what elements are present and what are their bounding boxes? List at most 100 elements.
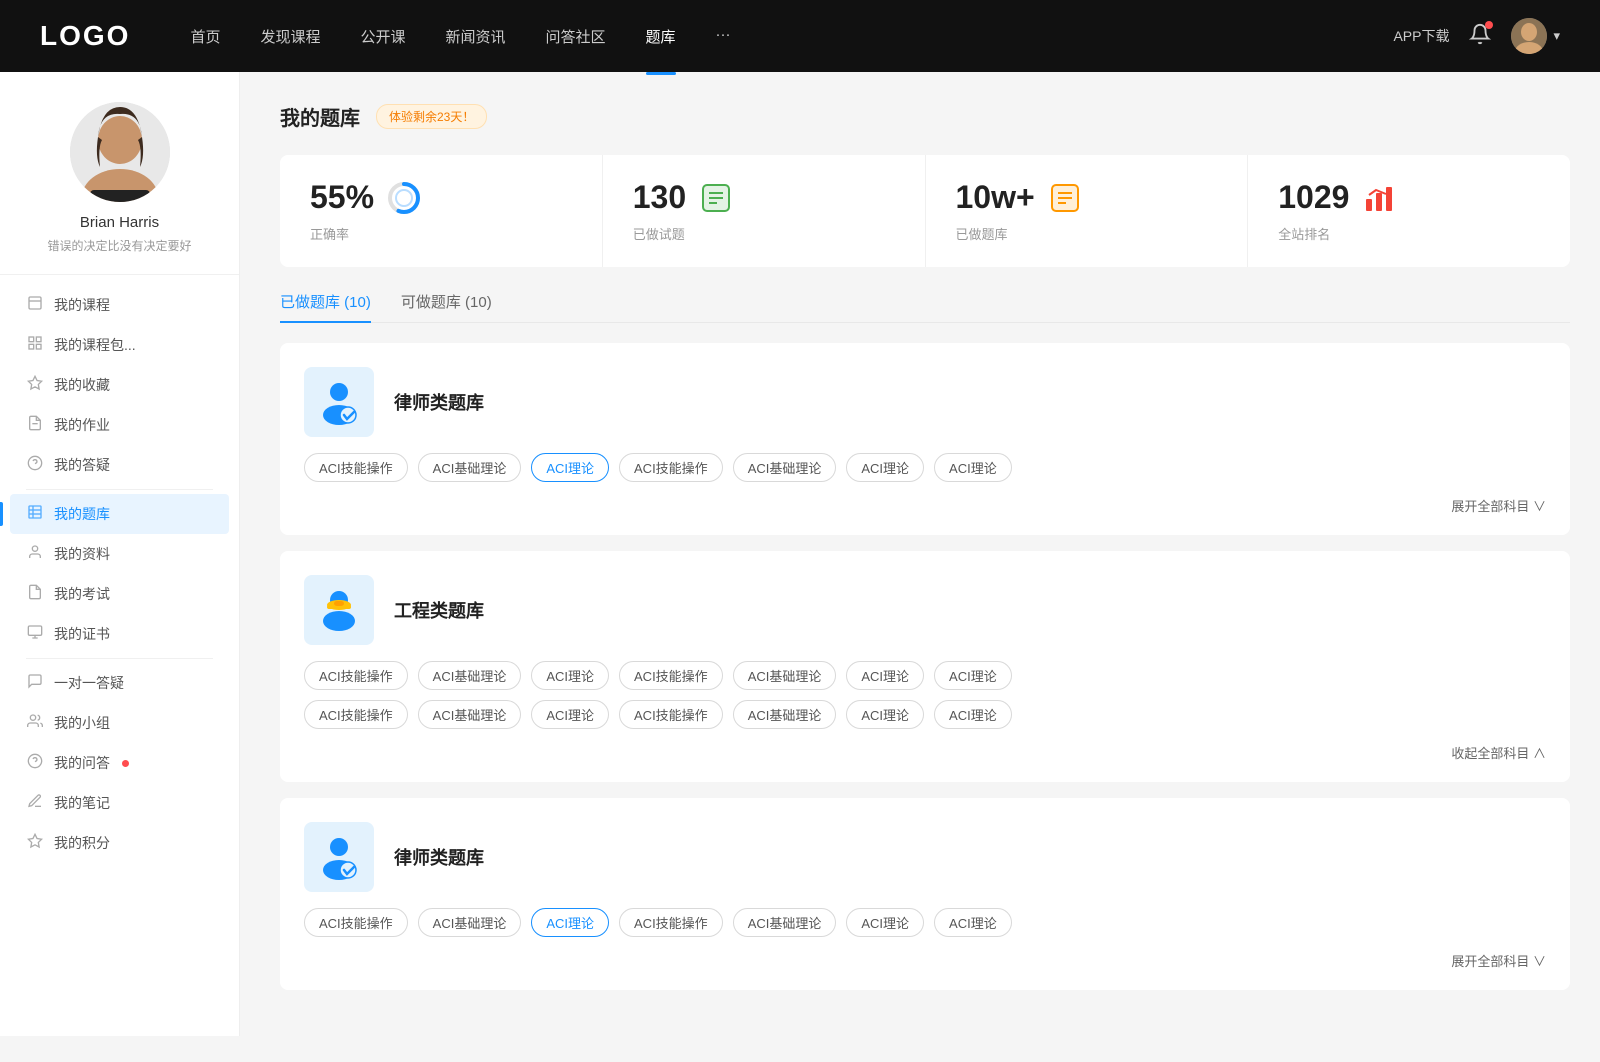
bank-icon-engineer	[304, 575, 374, 645]
sidebar-item-label: 我的考试	[54, 584, 110, 604]
tag[interactable]: ACI技能操作	[304, 908, 408, 937]
tag[interactable]: ACI理论	[934, 908, 1012, 937]
bank-title-engineer: 工程类题库	[394, 597, 484, 623]
tag[interactable]: ACI基础理论	[418, 661, 522, 690]
tag[interactable]: ACI技能操作	[619, 453, 723, 482]
sidebar-item-favorites[interactable]: 我的收藏	[10, 365, 229, 405]
sidebar-item-course-package[interactable]: 我的课程包...	[10, 325, 229, 365]
sidebar-item-points[interactable]: 我的积分	[10, 823, 229, 863]
tags-row-engineer-2: ACI技能操作 ACI基础理论 ACI理论 ACI技能操作 ACI基础理论 AC…	[304, 700, 1546, 729]
page-title: 我的题库	[280, 102, 360, 131]
tab-available-banks[interactable]: 可做题库 (10)	[401, 291, 492, 322]
user-profile: Brian Harris 错误的决定比没有决定要好	[0, 102, 239, 275]
homework-icon	[26, 415, 44, 435]
nav-discover[interactable]: 发现课程	[260, 22, 320, 51]
sidebar-item-notes[interactable]: 我的笔记	[10, 783, 229, 823]
nav-questions[interactable]: 题库	[646, 22, 676, 51]
stat-rank: 1029 全站排名	[1248, 155, 1570, 267]
question-icon	[26, 455, 44, 475]
tag[interactable]: ACI理论	[934, 700, 1012, 729]
sidebar-item-certificate[interactable]: 我的证书	[10, 614, 229, 654]
tag[interactable]: ACI理论	[846, 700, 924, 729]
tag[interactable]: ACI基础理论	[733, 700, 837, 729]
chevron-down-icon: ▾	[1553, 28, 1560, 44]
expand-button-lawyer-2[interactable]: 展开全部科目 ∨	[304, 947, 1546, 974]
profile-avatar	[70, 102, 170, 202]
expand-button-lawyer-1[interactable]: 展开全部科目 ∨	[304, 492, 1546, 519]
done-banks-value: 10w+	[956, 179, 1035, 216]
tag[interactable]: ACI基础理论	[418, 453, 522, 482]
header: LOGO 首页 发现课程 公开课 新闻资讯 问答社区 题库 ··· APP下载	[0, 0, 1600, 72]
tags-row-engineer-1: ACI技能操作 ACI基础理论 ACI理论 ACI技能操作 ACI基础理论 AC…	[304, 661, 1546, 690]
sidebar-item-exam[interactable]: 我的考试	[10, 574, 229, 614]
sidebar-item-label: 一对一答疑	[54, 673, 124, 693]
bank-title-lawyer-1: 律师类题库	[394, 389, 484, 415]
tag-active[interactable]: ACI理论	[531, 908, 609, 937]
app-download-button[interactable]: APP下载	[1393, 26, 1449, 46]
tag[interactable]: ACI基础理论	[418, 908, 522, 937]
tag[interactable]: ACI技能操作	[304, 700, 408, 729]
points-icon	[26, 833, 44, 853]
tags-row-lawyer-2: ACI技能操作 ACI基础理论 ACI理论 ACI技能操作 ACI基础理论 AC…	[304, 908, 1546, 937]
stat-accuracy: 55% 正确率	[280, 155, 603, 267]
done-banks-label: 已做题库	[956, 224, 1218, 243]
sidebar-item-homework[interactable]: 我的作业	[10, 405, 229, 445]
tag[interactable]: ACI理论	[934, 661, 1012, 690]
sidebar-item-questions[interactable]: 我的答疑	[10, 445, 229, 485]
bank-card-engineer: 工程类题库 ACI技能操作 ACI基础理论 ACI理论 ACI技能操作 ACI基…	[280, 551, 1570, 782]
course-icon	[26, 295, 44, 315]
package-icon	[26, 335, 44, 355]
tag[interactable]: ACI理论	[531, 661, 609, 690]
tag[interactable]: ACI技能操作	[304, 661, 408, 690]
accuracy-icon	[386, 180, 422, 216]
tag[interactable]: ACI技能操作	[619, 661, 723, 690]
tag[interactable]: ACI基础理论	[733, 661, 837, 690]
tag[interactable]: ACI技能操作	[619, 908, 723, 937]
user-name: Brian Harris	[80, 214, 159, 231]
sidebar-item-my-course[interactable]: 我的课程	[10, 285, 229, 325]
tag[interactable]: ACI理论	[846, 453, 924, 482]
sidebar-item-profile[interactable]: 我的资料	[10, 534, 229, 574]
stat-done-questions: 130 已做试题	[603, 155, 926, 267]
header-right: APP下载 ▾	[1393, 18, 1560, 54]
tag-active[interactable]: ACI理论	[531, 453, 609, 482]
sidebar-item-label: 我的证书	[54, 624, 110, 644]
logo: LOGO	[40, 20, 130, 52]
sidebar-item-my-qa[interactable]: 我的问答	[10, 743, 229, 783]
sidebar: Brian Harris 错误的决定比没有决定要好 我的课程 我的课程包...	[0, 72, 240, 1036]
tag[interactable]: ACI理论	[846, 908, 924, 937]
notification-bell[interactable]	[1469, 23, 1491, 50]
nav-news[interactable]: 新闻资讯	[446, 22, 506, 51]
collapse-button-engineer[interactable]: 收起全部科目 ∧	[304, 739, 1546, 766]
main-layout: Brian Harris 错误的决定比没有决定要好 我的课程 我的课程包...	[0, 72, 1600, 1036]
rank-value: 1029	[1278, 179, 1349, 216]
tabs-row: 已做题库 (10) 可做题库 (10)	[280, 291, 1570, 323]
divider-2	[26, 658, 213, 659]
tag[interactable]: ACI理论	[846, 661, 924, 690]
tag[interactable]: ACI基础理论	[733, 453, 837, 482]
user-avatar	[1511, 18, 1547, 54]
tag[interactable]: ACI技能操作	[304, 453, 408, 482]
tag[interactable]: ACI基础理论	[733, 908, 837, 937]
tab-done-banks[interactable]: 已做题库 (10)	[280, 291, 371, 322]
tag[interactable]: ACI理论	[531, 700, 609, 729]
sidebar-item-question-bank[interactable]: 我的题库	[10, 494, 229, 534]
tag[interactable]: ACI基础理论	[418, 700, 522, 729]
bank-card-lawyer-1: 律师类题库 ACI技能操作 ACI基础理论 ACI理论 ACI技能操作 ACI基…	[280, 343, 1570, 535]
rank-label: 全站排名	[1278, 224, 1540, 243]
tag[interactable]: ACI技能操作	[619, 700, 723, 729]
user-avatar-menu[interactable]: ▾	[1511, 18, 1560, 54]
tag[interactable]: ACI理论	[934, 453, 1012, 482]
trial-badge: 体验剩余23天！	[376, 104, 487, 129]
nav-qa[interactable]: 问答社区	[546, 22, 606, 51]
nav-open-course[interactable]: 公开课	[360, 22, 405, 51]
sidebar-item-group[interactable]: 我的小组	[10, 703, 229, 743]
star-icon	[26, 375, 44, 395]
qa-notification-dot	[122, 760, 129, 767]
nav-home[interactable]: 首页	[190, 22, 220, 51]
sidebar-item-one-on-one[interactable]: 一对一答疑	[10, 663, 229, 703]
sidebar-item-label: 我的课程	[54, 295, 110, 315]
nav-more[interactable]: ···	[716, 22, 731, 51]
rank-icon	[1361, 180, 1397, 216]
done-questions-value: 130	[633, 179, 686, 216]
